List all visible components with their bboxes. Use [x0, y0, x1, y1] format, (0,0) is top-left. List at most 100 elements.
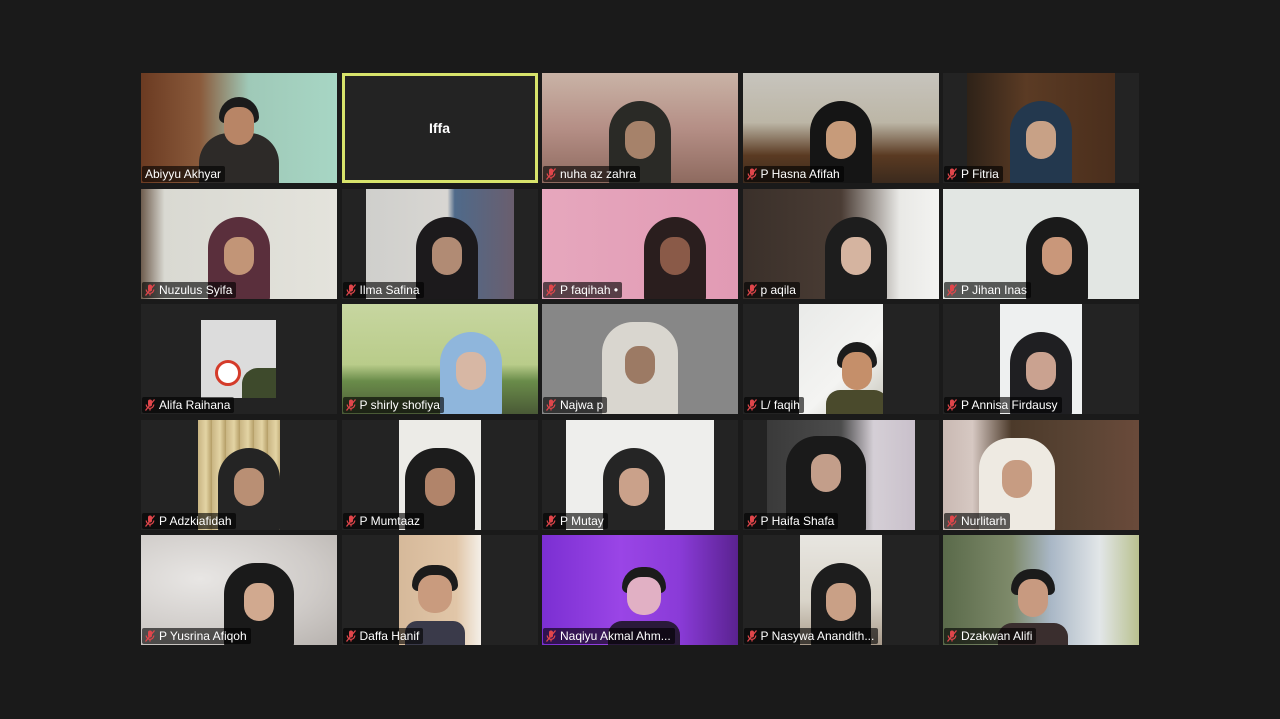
participant-tile[interactable]: Naqiyu Akmal Ahm... [542, 535, 738, 645]
participant-name-label: Nurlitarh [944, 512, 1011, 529]
participant-name: Naqiyu Akmal Ahm... [560, 629, 671, 643]
participant-tile[interactable]: P Mutay [542, 419, 738, 530]
participant-name-label: P shirly shofiya [342, 397, 444, 413]
participant-name-label: P Fitria [944, 166, 1003, 182]
participant-name-label: P Haifa Shafa [743, 512, 839, 529]
participant-name: P Adzkiafidah [159, 513, 232, 528]
participant-name: P Yusrina Afiqoh [159, 629, 247, 643]
participant-name-label: Naqiyu Akmal Ahm... [543, 628, 675, 644]
participant-name-label: P Yusrina Afiqoh [142, 628, 251, 644]
participant-name-label: Nuzulus Syifa [142, 281, 237, 298]
participant-name-label: Ilma Safina [342, 281, 424, 298]
participant-tile[interactable]: Abiyyu Akhyar [141, 73, 337, 183]
participant-name: P Mutay [560, 513, 604, 528]
participant-tile[interactable]: P faqihah • [542, 188, 738, 299]
participant-name-label: P Mumtaaz [342, 512, 424, 529]
microphone-muted-icon [546, 283, 556, 296]
participant-name-label: nuha az zahra [543, 166, 641, 182]
participant-tile[interactable]: Ilma Safina [341, 188, 538, 299]
participant-tile[interactable]: P Annisa Firdausy [943, 304, 1139, 414]
participant-name: Iffa [429, 120, 450, 136]
microphone-muted-icon [746, 283, 757, 296]
participant-tile[interactable]: P Yusrina Afiqoh [141, 535, 337, 645]
participant-name: Ilma Safina [359, 282, 420, 297]
participant-tile[interactable]: Nurlitarh [943, 419, 1139, 530]
participant-tile[interactable]: Dzakwan Alifi [943, 535, 1139, 645]
participant-tile[interactable]: P Jihan Inas [943, 188, 1139, 299]
video-feed [201, 320, 276, 398]
participant-name: P shirly shofiya [359, 398, 440, 412]
microphone-muted-icon [947, 168, 957, 180]
microphone-muted-icon [145, 630, 155, 642]
participant-name-label: P Annisa Firdausy [944, 397, 1062, 413]
video-feed [798, 304, 883, 414]
microphone-muted-icon [145, 283, 155, 296]
participant-name-label: L/ faqih [743, 397, 804, 413]
microphone-muted-icon [546, 514, 556, 527]
participant-tile[interactable]: Daffa Hanif [341, 535, 538, 645]
participant-name: P Nasywa Anandith... [760, 629, 875, 643]
microphone-muted-icon [947, 514, 957, 527]
participant-name-label: p aqila [743, 281, 800, 298]
participant-tile[interactable]: L/ faqih [742, 304, 939, 414]
participant-name: P Fitria [961, 167, 999, 181]
microphone-muted-icon [546, 168, 556, 180]
participant-name-label: Dzakwan Alifi [944, 628, 1037, 644]
participant-name-label: P Jihan Inas [944, 281, 1031, 298]
participant-name-label: P Hasna Afifah [743, 166, 844, 182]
participant-name: Alifa Raihana [159, 398, 231, 412]
participant-name-label: Daffa Hanif [342, 628, 424, 644]
participant-name-label: Alifa Raihana [142, 397, 235, 413]
microphone-muted-icon [145, 399, 155, 411]
participant-name: Najwa p [560, 398, 604, 412]
video-gallery: Abiyyu Akhyar Iffa nuha az zahra P Hasna… [141, 73, 1139, 645]
participant-tile[interactable]: P Adzkiafidah [141, 419, 337, 530]
participant-tile[interactable]: Nuzulus Syifa [141, 188, 337, 299]
participant-tile[interactable]: Alifa Raihana [141, 304, 337, 414]
microphone-muted-icon [345, 399, 356, 411]
participant-tile[interactable]: p aqila [742, 188, 939, 299]
participant-name-label: P faqihah • [543, 281, 623, 298]
microphone-muted-icon [947, 630, 957, 642]
microphone-muted-icon [145, 514, 155, 527]
microphone-muted-icon [746, 630, 757, 642]
participant-tile[interactable]: P Hasna Afifah [742, 73, 939, 183]
participant-tile[interactable]: P Nasywa Anandith... [742, 535, 939, 645]
participant-tile[interactable]: P Mumtaaz [341, 419, 538, 530]
microphone-muted-icon [546, 630, 556, 642]
participant-name-label: Abiyyu Akhyar [142, 166, 226, 182]
microphone-muted-icon [345, 514, 356, 527]
participant-tile[interactable]: Najwa p [542, 304, 738, 414]
participant-name-label: P Nasywa Anandith... [743, 628, 879, 644]
participant-name: Daffa Hanif [359, 629, 420, 643]
microphone-muted-icon [345, 283, 356, 296]
microphone-muted-icon [947, 283, 957, 296]
participant-tile-active-speaker[interactable]: Iffa [341, 73, 538, 183]
participant-name: P faqihah • [560, 282, 619, 297]
participant-name: Nuzulus Syifa [159, 282, 233, 297]
participant-name: P Hasna Afifah [760, 167, 840, 181]
participant-name: Dzakwan Alifi [961, 629, 1033, 643]
microphone-muted-icon [546, 399, 556, 411]
participant-name: Abiyyu Akhyar [145, 167, 222, 181]
participant-tile[interactable]: P Fitria [943, 73, 1139, 183]
microphone-muted-icon [746, 399, 757, 411]
participant-name: L/ faqih [760, 398, 800, 412]
microphone-muted-icon [746, 514, 757, 527]
microphone-muted-icon [746, 168, 757, 180]
participant-tile[interactable]: nuha az zahra [542, 73, 738, 183]
participant-name-label: P Mutay [543, 512, 608, 529]
participant-tile[interactable]: P Haifa Shafa [742, 419, 939, 530]
participant-name: nuha az zahra [560, 167, 637, 181]
participant-tile[interactable]: P shirly shofiya [341, 304, 538, 414]
participant-name: Nurlitarh [961, 513, 1007, 528]
microphone-muted-icon [947, 399, 957, 411]
participant-name: P Mumtaaz [359, 513, 420, 528]
participant-name: P Jihan Inas [961, 282, 1027, 297]
participant-name: P Haifa Shafa [760, 513, 835, 528]
participant-name: P Annisa Firdausy [961, 398, 1058, 412]
participant-name-label: P Adzkiafidah [142, 512, 236, 529]
microphone-muted-icon [345, 630, 356, 642]
participant-name-label: Najwa p [543, 397, 608, 413]
participant-name: p aqila [760, 282, 796, 297]
